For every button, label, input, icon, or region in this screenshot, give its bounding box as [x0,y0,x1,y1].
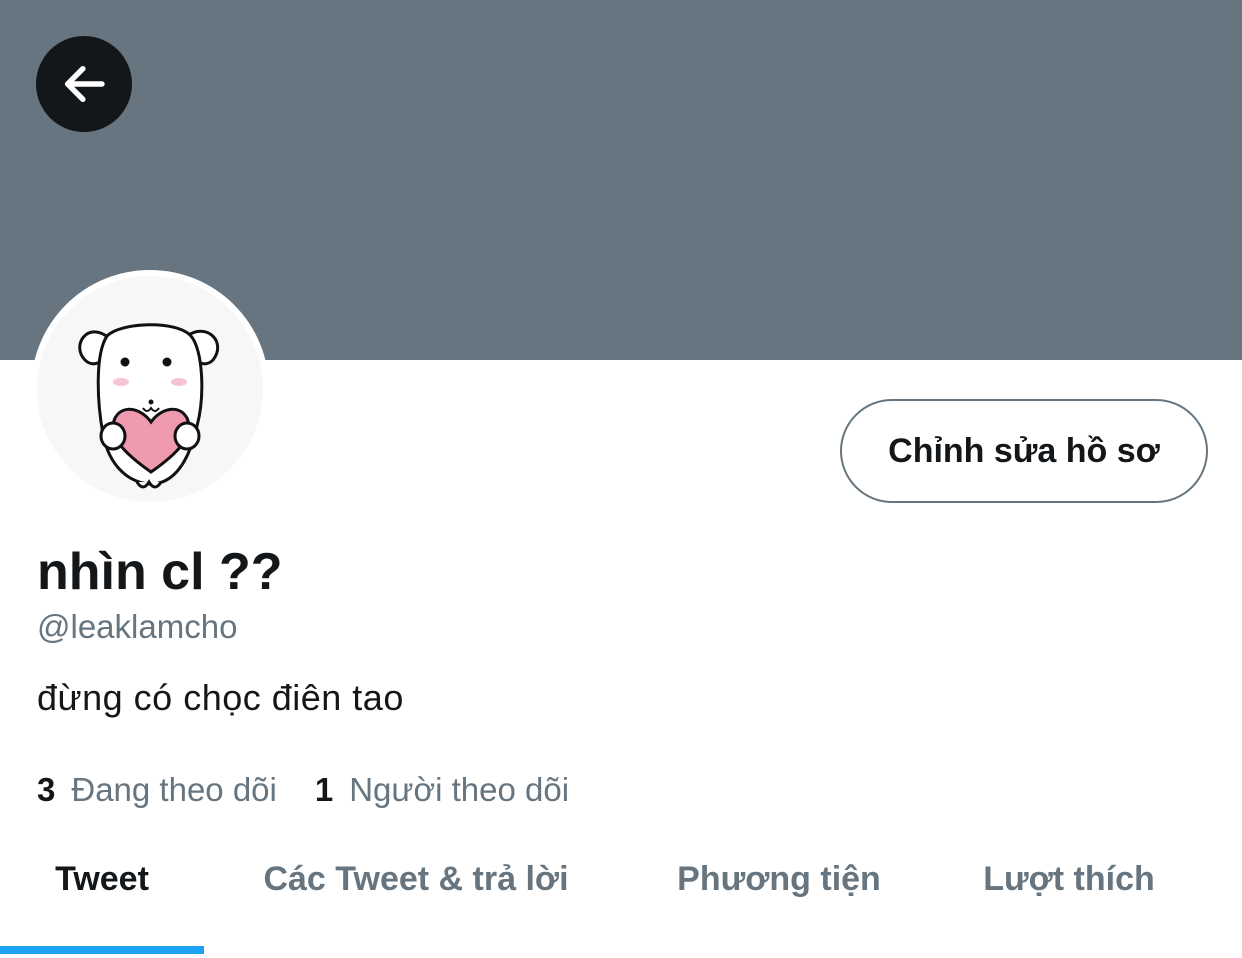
following-label: Đang theo dõi [71,771,277,808]
avatar[interactable] [31,270,269,508]
followers-label: Người theo dõi [349,771,570,808]
profile-tabs: Tweet Các Tweet & trả lời Phương tiện Lư… [0,830,1242,958]
user-handle: @leaklamcho [37,608,238,645]
following-stat[interactable]: 3 Đang theo dõi [37,768,277,812]
arrow-left-icon [64,66,105,103]
follow-stats: 3 Đang theo dõi 1 Người theo dõi [37,768,569,812]
tab-tweets[interactable]: Tweet [0,830,204,928]
tab-media[interactable]: Phương tiện [650,830,908,928]
followers-count: 1 [314,771,334,808]
display-name: nhìn cl ?? [37,543,283,601]
tab-likes[interactable]: Lượt thích [960,830,1178,928]
edit-profile-button[interactable]: Chỉnh sửa hồ sơ [840,399,1208,503]
following-count: 3 [37,771,56,808]
puppy-holding-heart-avatar [78,323,220,489]
back-button[interactable] [36,36,132,132]
tab-tweets-and-replies[interactable]: Các Tweet & trả lời [226,830,606,928]
active-tab-indicator [0,946,204,954]
profile-bio: đừng có chọc điên tao [37,677,404,718]
followers-stat[interactable]: 1 Người theo dõi [315,768,569,812]
